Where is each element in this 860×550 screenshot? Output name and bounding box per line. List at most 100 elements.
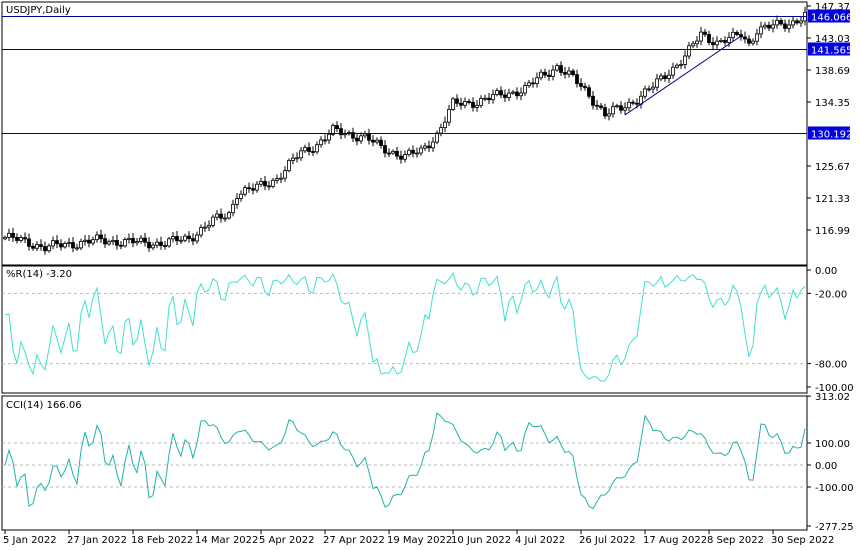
y-tick-label: -20.00	[815, 289, 847, 300]
candle	[695, 40, 699, 45]
candle	[103, 238, 107, 245]
candle	[183, 235, 187, 241]
candle	[715, 40, 719, 46]
candle	[23, 237, 27, 240]
candle	[771, 24, 775, 29]
candle	[315, 144, 319, 153]
candle	[187, 235, 191, 240]
candle	[603, 107, 607, 117]
y-tick-label: 100.00	[815, 439, 850, 450]
candle	[419, 147, 423, 154]
candle	[663, 75, 667, 79]
candle	[411, 149, 415, 154]
candle	[11, 232, 15, 238]
candle	[127, 238, 131, 240]
candle	[599, 105, 603, 109]
candle	[367, 133, 371, 141]
candle	[135, 241, 139, 244]
candle	[119, 244, 123, 247]
candle	[747, 38, 751, 44]
candle	[635, 102, 639, 105]
candle	[655, 78, 659, 88]
candle	[455, 98, 459, 104]
candle	[91, 239, 95, 244]
candle	[287, 160, 291, 172]
candle	[399, 155, 403, 160]
candle	[587, 87, 591, 97]
candle	[515, 91, 519, 97]
candle	[735, 31, 739, 35]
candle	[607, 113, 611, 117]
candle	[575, 74, 579, 84]
candle	[359, 135, 363, 142]
candle	[43, 246, 47, 252]
candle	[19, 237, 23, 241]
x-tick-label: 5 Jan 2022	[3, 535, 57, 546]
candle	[215, 213, 219, 218]
candle	[271, 179, 275, 187]
y-tick-label: 125.67	[815, 162, 850, 173]
candle	[755, 33, 759, 42]
candle	[83, 239, 87, 242]
candle	[151, 244, 155, 249]
candle	[299, 150, 303, 159]
candle	[371, 139, 375, 143]
candle	[447, 109, 451, 123]
candle	[63, 243, 67, 248]
candle	[795, 20, 799, 24]
candle	[651, 86, 655, 90]
candle	[799, 20, 803, 24]
candle	[439, 127, 443, 134]
candle	[783, 23, 787, 29]
candle	[323, 139, 327, 142]
candle	[311, 151, 315, 153]
candle	[759, 26, 763, 35]
candle	[723, 40, 727, 43]
y-tick-label: 313.02	[815, 392, 850, 403]
candle	[403, 154, 407, 160]
candle	[539, 71, 543, 79]
price-label: 146.066	[811, 13, 852, 24]
candle	[535, 77, 539, 84]
candle	[491, 94, 495, 101]
price-label: 130.192	[811, 130, 852, 141]
candle	[307, 147, 311, 152]
candle	[495, 90, 499, 95]
candle	[219, 213, 223, 219]
candle	[291, 157, 295, 161]
candle	[375, 139, 379, 143]
candle	[267, 185, 271, 188]
candle	[159, 241, 163, 246]
price-label: 141.565	[811, 46, 852, 57]
candle	[67, 242, 71, 244]
candle	[195, 234, 199, 242]
candle	[611, 106, 615, 115]
candle	[475, 104, 479, 108]
candle	[711, 42, 715, 46]
x-tick-label: 26 Jul 2022	[579, 535, 636, 546]
candle	[631, 101, 635, 104]
candle	[435, 132, 439, 143]
y-tick-label: -80.00	[815, 360, 847, 371]
candle	[779, 19, 783, 25]
candle	[579, 83, 583, 87]
candle	[507, 92, 511, 98]
candle	[155, 241, 159, 246]
candle	[115, 240, 119, 246]
candle	[275, 178, 279, 181]
candle	[567, 70, 571, 75]
y-tick-label: 121.33	[815, 194, 850, 205]
chart-window: 147.37 143.03 138.69 134.35 125.67 121.33 116.…	[0, 0, 860, 550]
candle	[487, 97, 491, 101]
candle	[763, 24, 767, 28]
candle	[227, 212, 231, 219]
y-tick-label: -100.00	[815, 483, 854, 494]
candle	[427, 145, 431, 149]
x-tick-label: 30 Sep 2022	[771, 535, 834, 546]
chart-canvas[interactable]: 147.37143.03138.69134.35125.67121.33116.…	[0, 0, 860, 550]
candle	[7, 232, 11, 238]
candle	[15, 237, 19, 241]
candle	[719, 40, 723, 42]
candle	[295, 157, 299, 160]
candle	[483, 97, 487, 100]
